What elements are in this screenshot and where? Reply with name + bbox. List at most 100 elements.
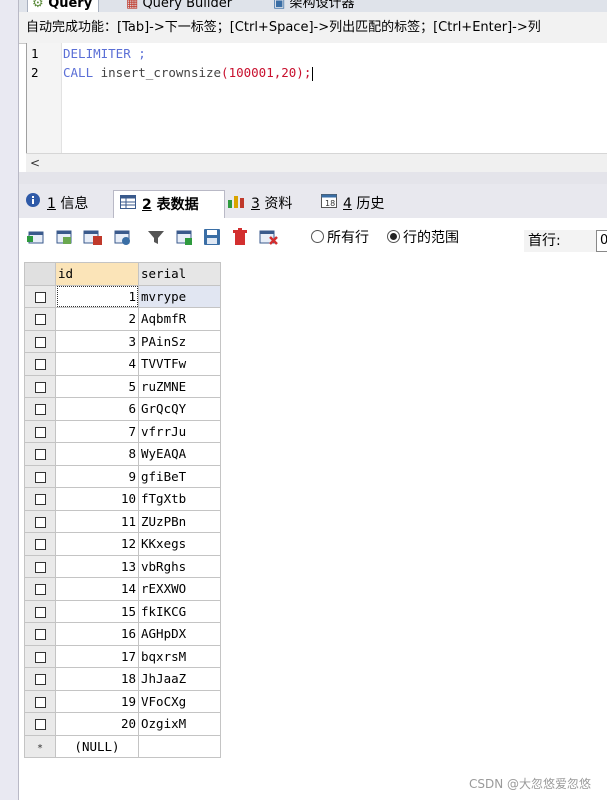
row-select-checkbox[interactable] xyxy=(24,487,56,511)
cell-serial[interactable]: ruZMNE xyxy=(138,374,221,398)
table-row[interactable]: 6 GrQcQY xyxy=(24,397,221,421)
save-icon[interactable] xyxy=(203,228,221,246)
table-row[interactable]: 7 vfrrJu xyxy=(24,419,221,443)
row-select-checkbox[interactable] xyxy=(24,329,56,353)
cell-serial[interactable]: ZUzPBn xyxy=(138,509,221,533)
cell-id[interactable]: 6 xyxy=(55,397,139,421)
first-row-input[interactable]: 0 xyxy=(596,230,607,252)
table-row[interactable]: 4 TVVTFw xyxy=(24,352,221,376)
table-row[interactable]: 1 mvrype xyxy=(24,284,221,308)
cell-id[interactable]: 1 xyxy=(55,284,139,308)
table-row[interactable]: 13 vbRghs xyxy=(24,554,221,578)
table-row[interactable]: 17 bqxrsM xyxy=(24,644,221,668)
row-select-checkbox[interactable] xyxy=(24,284,56,308)
insert-row-icon[interactable] xyxy=(27,228,45,246)
horizontal-scrollbar[interactable]: < xyxy=(26,153,607,173)
cell-id[interactable]: 13 xyxy=(55,554,139,578)
cell-serial[interactable]: PAinSz xyxy=(138,329,221,353)
row-select-checkbox[interactable] xyxy=(24,464,56,488)
filter-icon[interactable] xyxy=(147,228,165,246)
cell-serial[interactable]: fkIKCG xyxy=(138,599,221,623)
cell-id[interactable]: 15 xyxy=(55,599,139,623)
table-row[interactable]: 3 PAinSz xyxy=(24,329,221,353)
tab-table-data[interactable]: 2 表数据 xyxy=(113,190,225,219)
row-select-checkbox[interactable] xyxy=(24,532,56,556)
cell-serial[interactable]: KKxegs xyxy=(138,532,221,556)
row-select-checkbox[interactable] xyxy=(24,644,56,668)
table-row[interactable]: 10 fTgXtb xyxy=(24,487,221,511)
cell-id[interactable]: 11 xyxy=(55,509,139,533)
cell-id[interactable]: 2 xyxy=(55,307,139,331)
row-select-checkbox[interactable] xyxy=(24,352,56,376)
table-row[interactable]: 12 KKxegs xyxy=(24,532,221,556)
row-select-checkbox[interactable] xyxy=(24,419,56,443)
refresh-icon[interactable] xyxy=(113,228,131,246)
radio-all-rows[interactable]: 所有行 xyxy=(311,228,369,248)
cell-id[interactable]: 9 xyxy=(55,464,139,488)
sql-editor[interactable]: 1 DELIMITER ; 2 CALL insert_crownsize(10… xyxy=(26,43,607,153)
cell-id[interactable]: 20 xyxy=(55,712,139,736)
cell-id[interactable]: 7 xyxy=(55,419,139,443)
cell-id[interactable]: 5 xyxy=(55,374,139,398)
row-select-checkbox[interactable] xyxy=(24,712,56,736)
row-select-checkbox[interactable] xyxy=(24,442,56,466)
cell-id-null[interactable]: (NULL) xyxy=(55,734,139,758)
cell-id[interactable]: 10 xyxy=(55,487,139,511)
row-select-checkbox[interactable] xyxy=(24,307,56,331)
table-row[interactable]: 11 ZUzPBn xyxy=(24,509,221,533)
table-row[interactable]: 18 JhJaaZ xyxy=(24,667,221,691)
cell-serial[interactable]: mvrype xyxy=(138,284,221,308)
tab-query-builder[interactable]: ▦ Query Builder xyxy=(122,0,238,12)
cell-serial[interactable]: WyEAQA xyxy=(138,442,221,466)
cell-serial[interactable]: gfiBeT xyxy=(138,464,221,488)
row-select-checkbox[interactable] xyxy=(24,554,56,578)
tab-history[interactable]: 18 4 历史 xyxy=(321,190,405,218)
cell-serial[interactable]: AqbmfR xyxy=(138,307,221,331)
cell-id[interactable]: 8 xyxy=(55,442,139,466)
cell-serial[interactable]: JhJaaZ xyxy=(138,667,221,691)
row-select-checkbox[interactable] xyxy=(24,577,56,601)
column-header-serial[interactable]: serial xyxy=(138,262,221,286)
table-row[interactable]: 19 VFoCXg xyxy=(24,689,221,713)
select-all-corner[interactable] xyxy=(24,262,56,286)
radio-row-range[interactable]: 行的范围 xyxy=(387,228,459,248)
row-select-checkbox[interactable] xyxy=(24,622,56,646)
table-row[interactable]: 20 OzgixM xyxy=(24,712,221,736)
row-select-checkbox[interactable] xyxy=(24,689,56,713)
row-select-checkbox[interactable] xyxy=(24,667,56,691)
tab-profile[interactable]: 3 资料 xyxy=(227,190,313,218)
row-select-checkbox[interactable] xyxy=(24,397,56,421)
duplicate-row-icon[interactable] xyxy=(55,228,73,246)
cell-id[interactable]: 14 xyxy=(55,577,139,601)
row-select-checkbox[interactable] xyxy=(24,374,56,398)
cell-id[interactable]: 3 xyxy=(55,329,139,353)
cell-serial-empty[interactable] xyxy=(138,734,221,758)
cell-serial[interactable]: OzgixM xyxy=(138,712,221,736)
cell-serial[interactable]: vbRghs xyxy=(138,554,221,578)
tab-info[interactable]: 1 信息 xyxy=(25,190,107,218)
cancel-changes-icon[interactable] xyxy=(259,228,278,246)
cell-serial[interactable]: bqxrsM xyxy=(138,644,221,668)
table-row[interactable]: 8 WyEAQA xyxy=(24,442,221,466)
cell-id[interactable]: 18 xyxy=(55,667,139,691)
cell-serial[interactable]: GrQcQY xyxy=(138,397,221,421)
delete-icon[interactable] xyxy=(231,228,249,246)
save-changes-icon[interactable] xyxy=(83,228,102,246)
table-row[interactable]: 2 AqbmfR xyxy=(24,307,221,331)
cell-id[interactable]: 19 xyxy=(55,689,139,713)
table-row[interactable]: 14 rEXXWO xyxy=(24,577,221,601)
scroll-left-arrow[interactable]: < xyxy=(30,154,40,172)
new-row[interactable]: * (NULL) xyxy=(24,734,221,758)
cell-serial[interactable]: VFoCXg xyxy=(138,689,221,713)
editor-results-splitter[interactable] xyxy=(19,172,607,184)
code-line-2[interactable]: CALL insert_crownsize(100001,20); xyxy=(63,64,314,82)
column-header-id[interactable]: id xyxy=(55,262,139,286)
cell-id[interactable]: 17 xyxy=(55,644,139,668)
sort-icon[interactable] xyxy=(175,228,193,246)
cell-serial[interactable]: fTgXtb xyxy=(138,487,221,511)
cell-id[interactable]: 12 xyxy=(55,532,139,556)
cell-id[interactable]: 16 xyxy=(55,622,139,646)
code-line-1[interactable]: DELIMITER ; xyxy=(63,45,146,63)
table-row[interactable]: 5 ruZMNE xyxy=(24,374,221,398)
table-row[interactable]: 15 fkIKCG xyxy=(24,599,221,623)
